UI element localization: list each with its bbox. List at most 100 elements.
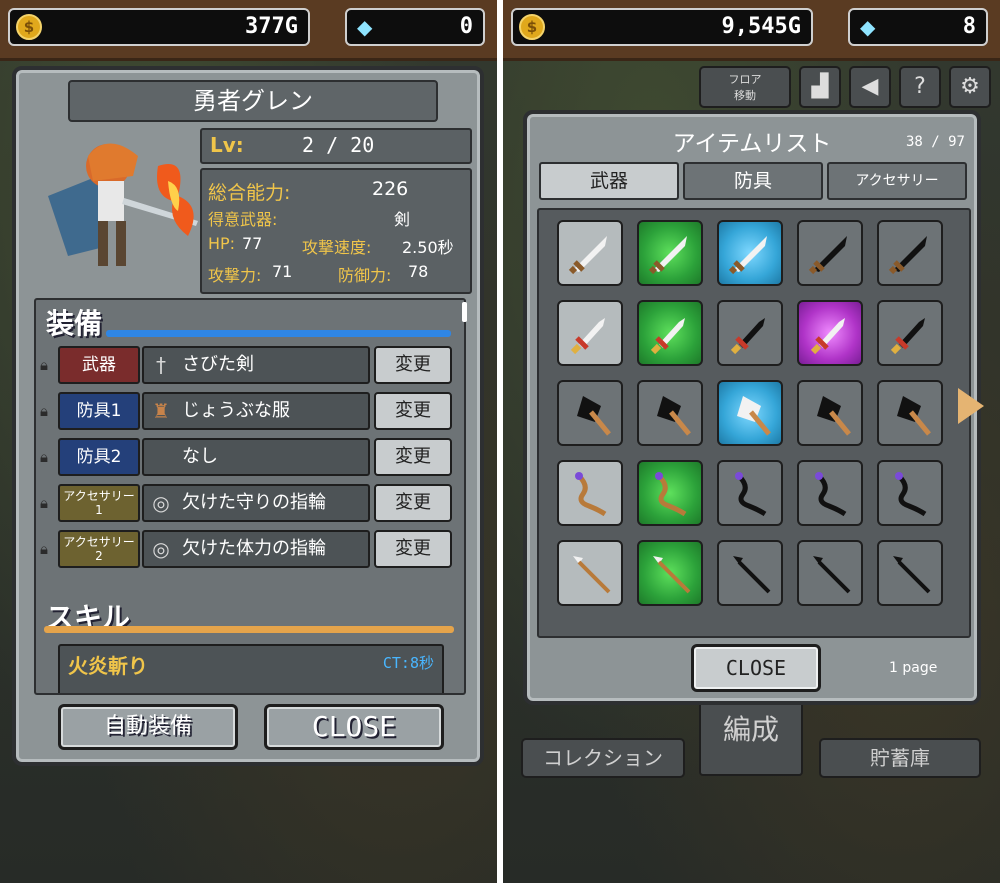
skill-cooldown: CT:8秒 (382, 654, 434, 672)
sword-icon (728, 236, 767, 275)
item-slot[interactable] (557, 460, 623, 526)
atk-speed-label: 攻撃速度: (302, 238, 372, 257)
item-count: 38 / 97 (905, 134, 965, 150)
scrollbar[interactable] (462, 302, 467, 322)
equipped-item-name: なし (142, 438, 370, 476)
change-button-weapon[interactable]: 変更 (374, 346, 452, 384)
auto-equip-button[interactable]: 自動装備 (58, 704, 238, 750)
armor-icon: ♜ (152, 399, 170, 423)
locked-item-slot[interactable] (877, 220, 943, 286)
equipped-item-name: じょうぶな服 (142, 392, 370, 430)
formation-button[interactable]: 編成 (699, 698, 803, 776)
item-list-panel: アイテムリスト 38 / 97 武器 防具 アクセサリー CLOSE 1 pag… (523, 110, 981, 705)
floor-move-button[interactable]: フロア 移動 (699, 66, 791, 108)
equipment-title-bar (106, 330, 451, 337)
axe-icon (737, 396, 771, 436)
locked-item-slot[interactable] (637, 380, 703, 446)
item-slot[interactable] (557, 300, 623, 366)
equip-row-armor2: 🔒︎ 防具2 なし 変更 (36, 438, 456, 478)
item-slot[interactable] (637, 220, 703, 286)
gem-counter: ◆ 8 (848, 8, 988, 46)
staff-icon (895, 472, 927, 517)
slot-label: 防具1 (58, 392, 140, 430)
axe-icon (577, 396, 611, 436)
diamond-icon: ◆ (860, 15, 876, 39)
locked-item-slot[interactable] (797, 220, 863, 286)
hp-label: HP: (208, 234, 236, 253)
defense-value: 78 (408, 262, 429, 281)
speaker-icon[interactable]: ◀ (849, 66, 891, 108)
change-button-armor1[interactable]: 変更 (374, 392, 452, 430)
axe-icon (817, 396, 851, 436)
close-button[interactable]: CLOSE (691, 644, 821, 692)
locked-item-slot[interactable] (877, 540, 943, 606)
diamond-icon: ◆ (357, 15, 373, 39)
locked-item-slot[interactable] (717, 300, 783, 366)
left-screen: $ 377G ◆ 0 勇者グレン Lv: 2 / 20 総合能力: 226 得意… (0, 0, 497, 883)
item-slot[interactable] (637, 460, 703, 526)
locked-item-slot[interactable] (797, 380, 863, 446)
locked-item-slot[interactable] (717, 460, 783, 526)
equip-row-accessory2: 🔒︎ アクセサリー2 欠けた体力の指輪 ◎ 変更 (36, 530, 456, 570)
staff-icon (735, 472, 767, 517)
level-label: Lv: (210, 133, 244, 157)
gold-amount: 9,545G (721, 14, 801, 39)
dagger-icon (810, 318, 845, 355)
locked-item-slot[interactable] (877, 380, 943, 446)
defense-label: 防御力: (338, 266, 392, 285)
change-button-accessory2[interactable]: 変更 (374, 530, 452, 568)
attack-label: 攻撃力: (208, 266, 262, 285)
item-slot[interactable] (717, 220, 783, 286)
lock-icon: 🔒︎ (40, 356, 48, 374)
total-power-label: 総合能力: (208, 182, 291, 204)
hero-name: 勇者グレン (68, 80, 438, 122)
dagger-icon (730, 318, 765, 355)
spear-icon (893, 556, 931, 594)
gem-amount: 8 (962, 14, 976, 39)
item-slot[interactable] (637, 300, 703, 366)
staff-icon (815, 472, 847, 517)
help-icon[interactable]: ? (899, 66, 941, 108)
staff-icon (575, 472, 607, 517)
item-slot[interactable] (557, 540, 623, 606)
change-button-accessory1[interactable]: 変更 (374, 484, 452, 522)
locked-item-slot[interactable] (797, 460, 863, 526)
sword-icon (648, 236, 687, 275)
gear-icon[interactable]: ⚙ (949, 66, 991, 108)
locked-item-slot[interactable] (877, 300, 943, 366)
skill-card[interactable]: 火炎斬り CT:8秒 (58, 644, 444, 693)
equipped-item-name: 欠けた体力の指輪 (142, 530, 370, 568)
attack-value: 71 (272, 262, 293, 281)
collection-button[interactable]: コレクション (521, 738, 685, 778)
locked-item-slot[interactable] (877, 460, 943, 526)
tab-accessories[interactable]: アクセサリー (827, 162, 967, 200)
close-button[interactable]: CLOSE (264, 704, 444, 750)
top-bar: $ 9,545G ◆ 8 (503, 0, 1000, 61)
equip-row-accessory1: 🔒︎ アクセサリー1 欠けた守りの指輪 ◎ 変更 (36, 484, 456, 524)
ring-icon: ◎ (152, 537, 170, 561)
next-page-arrow-icon[interactable] (958, 388, 984, 424)
locked-item-slot[interactable] (717, 540, 783, 606)
equip-row-armor1: 🔒︎ 防具1 じょうぶな服 ♜ 変更 (36, 392, 456, 432)
spear-icon (653, 556, 691, 594)
equipment-section[interactable]: 装備 🔒︎ 武器 さびた剣 † 変更 🔒︎ 防具1 じょうぶな服 ♜ 変更 🔒︎… (34, 298, 466, 695)
storage-button[interactable]: 貯蓄庫 (819, 738, 981, 778)
tab-armor[interactable]: 防具 (683, 162, 823, 200)
item-slot[interactable] (637, 540, 703, 606)
item-slot[interactable] (797, 300, 863, 366)
gold-counter: $ 9,545G (511, 8, 813, 46)
character-panel: 勇者グレン Lv: 2 / 20 総合能力: 226 得意武器: 剣 HP: 7… (12, 66, 484, 766)
coin-icon: $ (519, 14, 545, 40)
locked-item-slot[interactable] (557, 380, 623, 446)
change-button-armor2[interactable]: 変更 (374, 438, 452, 476)
ranking-icon[interactable]: ▟ (799, 66, 841, 108)
atk-speed-value: 2.50秒 (402, 238, 454, 257)
item-grid (537, 208, 971, 638)
tab-weapons[interactable]: 武器 (539, 162, 679, 200)
item-slot[interactable] (717, 380, 783, 446)
lock-icon: 🔒︎ (40, 494, 48, 512)
gold-counter: $ 377G (8, 8, 310, 46)
item-slot[interactable] (557, 220, 623, 286)
locked-item-slot[interactable] (797, 540, 863, 606)
equip-row-weapon: 🔒︎ 武器 さびた剣 † 変更 (36, 346, 456, 386)
